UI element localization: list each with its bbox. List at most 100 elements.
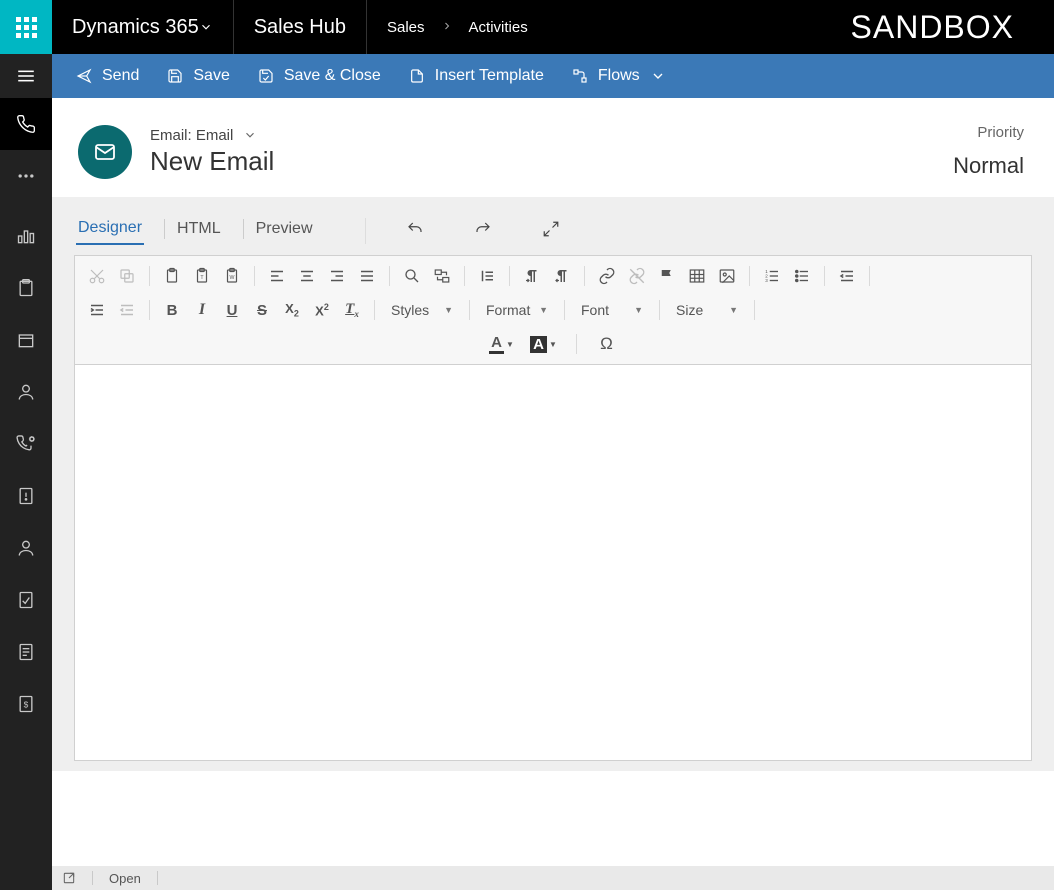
bg-color-button[interactable]: A▼ xyxy=(528,332,560,356)
unlink-button[interactable] xyxy=(623,264,651,288)
rail-collapse-button[interactable] xyxy=(0,54,52,98)
align-left-button[interactable] xyxy=(263,264,291,288)
svg-text:W: W xyxy=(230,275,235,281)
table-button[interactable] xyxy=(683,264,711,288)
text-color-button[interactable]: A▼ xyxy=(486,332,518,356)
outdent-button[interactable] xyxy=(113,298,141,322)
template-icon xyxy=(409,68,425,84)
omega-icon: Ω xyxy=(600,334,613,354)
undo-icon xyxy=(406,220,424,238)
rail-item-accounts[interactable] xyxy=(0,314,52,366)
app-launcher-button[interactable] xyxy=(0,0,52,54)
remove-format-icon: Tx xyxy=(345,301,359,319)
rail-item-phone-gear[interactable] xyxy=(0,418,52,470)
blockquote-button[interactable] xyxy=(473,264,501,288)
record-priority-field[interactable]: Priority Normal xyxy=(953,124,1028,179)
styles-select[interactable]: Styles▼ xyxy=(383,300,461,320)
superscript-button[interactable]: X2 xyxy=(308,298,336,322)
undo-button[interactable] xyxy=(406,220,424,243)
outdent-list-button[interactable] xyxy=(833,264,861,288)
divider xyxy=(464,266,465,286)
divider xyxy=(824,266,825,286)
rail-item-invoices[interactable]: $ xyxy=(0,678,52,730)
priority-label: Priority xyxy=(953,124,1024,141)
rail-item-dashboards[interactable] xyxy=(0,210,52,262)
sandbox-label: SANDBOX xyxy=(811,0,1054,54)
hub-name[interactable]: Sales Hub xyxy=(234,0,367,54)
breadcrumb-leaf[interactable]: Activities xyxy=(469,19,528,36)
italic-button[interactable]: I xyxy=(188,298,216,322)
rail-item-more[interactable] xyxy=(0,150,52,202)
link-button[interactable] xyxy=(593,264,621,288)
save-icon xyxy=(167,68,183,84)
rtl-button[interactable] xyxy=(548,264,576,288)
paste-button[interactable] xyxy=(158,264,186,288)
insert-template-button[interactable]: Insert Template xyxy=(397,61,556,91)
font-select[interactable]: Font▼ xyxy=(573,300,651,320)
blockquote-icon xyxy=(478,267,496,285)
svg-text:T: T xyxy=(200,275,204,281)
find-button[interactable] xyxy=(398,264,426,288)
align-right-button[interactable] xyxy=(323,264,351,288)
format-select[interactable]: Format▼ xyxy=(478,300,556,320)
size-select[interactable]: Size▼ xyxy=(668,300,746,320)
size-label: Size xyxy=(676,302,703,318)
format-label: Format xyxy=(486,302,530,318)
subscript-icon: X2 xyxy=(285,301,299,319)
breadcrumb-root[interactable]: Sales xyxy=(387,19,425,36)
rail-item-opportunities[interactable] xyxy=(0,574,52,626)
rail-item-activities[interactable] xyxy=(0,262,52,314)
bold-button[interactable]: B xyxy=(158,298,186,322)
divider xyxy=(576,334,577,354)
caret-down-icon: ▼ xyxy=(506,340,514,349)
redo-button[interactable] xyxy=(474,220,492,243)
subscript-button[interactable]: X2 xyxy=(278,298,306,322)
bold-icon: B xyxy=(167,302,178,319)
special-char-button[interactable]: Ω xyxy=(593,332,621,356)
rail-item-quotes[interactable] xyxy=(0,626,52,678)
tab-designer[interactable]: Designer xyxy=(76,217,144,245)
save-close-button[interactable]: Save & Close xyxy=(246,61,393,91)
underline-button[interactable]: U xyxy=(218,298,246,322)
divider xyxy=(584,266,585,286)
rail-item-contacts[interactable] xyxy=(0,366,52,418)
status-open-label[interactable]: Open xyxy=(109,871,141,886)
ltr-button[interactable] xyxy=(518,264,546,288)
save-button[interactable]: Save xyxy=(155,61,241,91)
rail-item-phone[interactable] xyxy=(0,98,52,150)
align-center-button[interactable] xyxy=(293,264,321,288)
align-justify-button[interactable] xyxy=(353,264,381,288)
divider xyxy=(365,218,366,244)
send-button[interactable]: Send xyxy=(64,61,151,91)
indent-button[interactable] xyxy=(83,298,111,322)
fullscreen-button[interactable] xyxy=(542,220,560,243)
flows-menu[interactable]: Flows xyxy=(560,61,678,91)
record-title: New Email xyxy=(150,146,274,177)
divider xyxy=(869,266,870,286)
record-type-selector[interactable]: Email: Email xyxy=(150,127,274,144)
send-icon xyxy=(76,68,92,84)
strike-button[interactable]: S xyxy=(248,298,276,322)
send-label: Send xyxy=(102,67,139,85)
paste-word-button[interactable]: W xyxy=(218,264,246,288)
rail-item-leads[interactable] xyxy=(0,522,52,574)
replace-button[interactable] xyxy=(428,264,456,288)
person-icon xyxy=(16,382,36,402)
remove-format-button[interactable]: Tx xyxy=(338,298,366,322)
divider xyxy=(374,300,375,320)
tab-html[interactable]: HTML xyxy=(175,218,223,244)
brand-switcher[interactable]: Dynamics 365 xyxy=(52,0,234,54)
clipboard-icon xyxy=(16,278,36,298)
divider xyxy=(92,871,93,885)
anchor-button[interactable] xyxy=(653,264,681,288)
paste-text-button[interactable]: T xyxy=(188,264,216,288)
tab-preview[interactable]: Preview xyxy=(254,218,315,244)
cut-button[interactable] xyxy=(83,264,111,288)
copy-button[interactable] xyxy=(113,264,141,288)
status-popout-button[interactable] xyxy=(62,871,76,885)
numbered-list-button[interactable]: 123 xyxy=(758,264,786,288)
rte-body[interactable] xyxy=(75,365,1031,760)
bullet-list-button[interactable] xyxy=(788,264,816,288)
rail-item-alerts[interactable] xyxy=(0,470,52,522)
image-button[interactable] xyxy=(713,264,741,288)
